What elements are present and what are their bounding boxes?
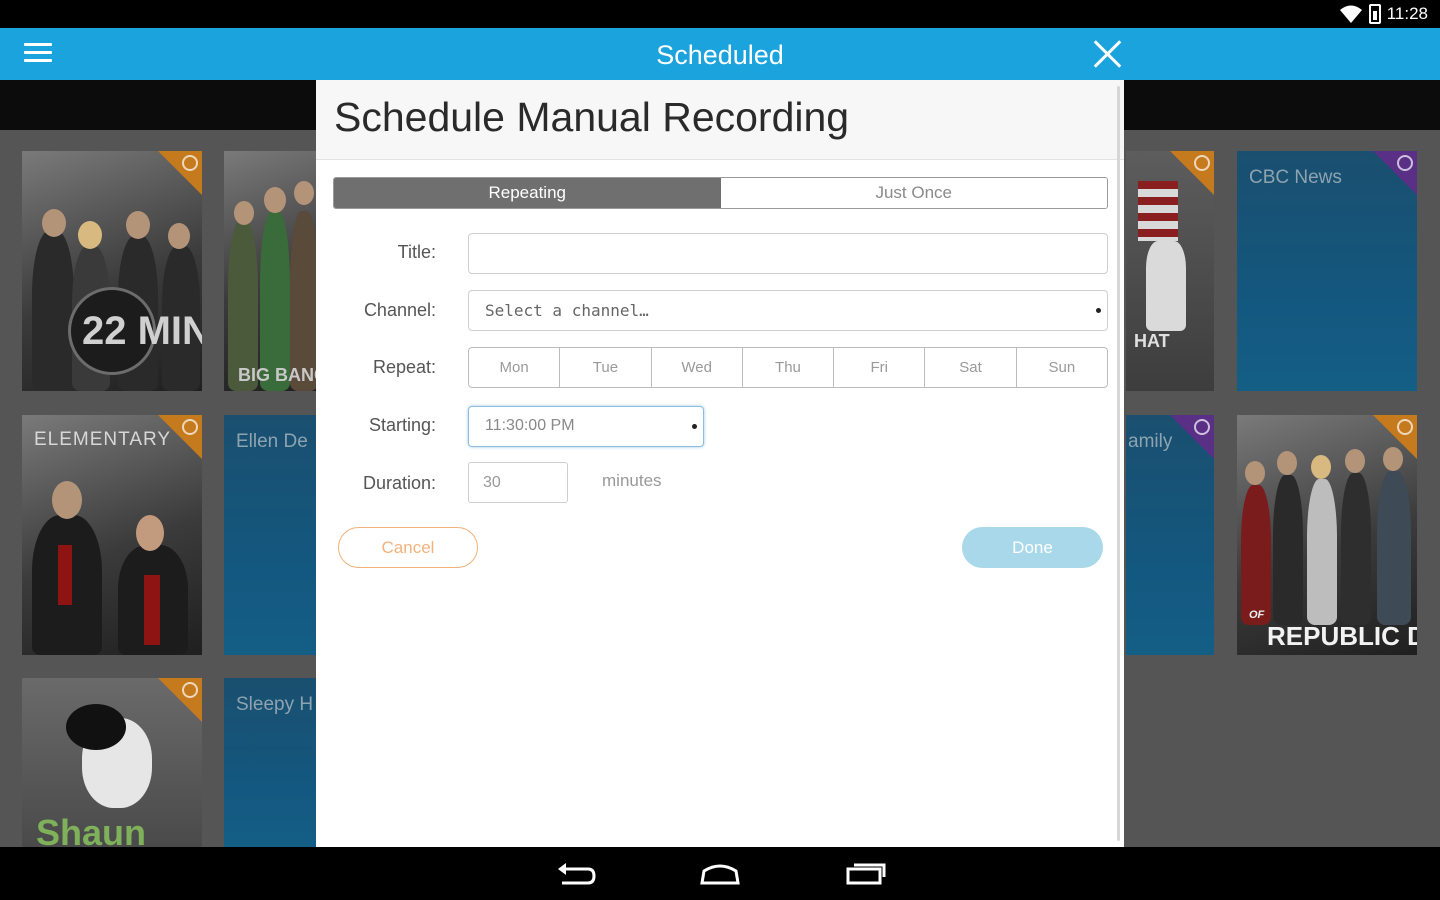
record-icon: [1397, 155, 1413, 171]
tile-title: Shaun: [36, 812, 147, 847]
tile-title: amily: [1128, 431, 1173, 452]
tile-title: Sleepy H: [236, 694, 314, 715]
battery-icon: [1368, 4, 1381, 24]
duration-unit: minutes: [602, 471, 662, 490]
show-tile[interactable]: Shaun: [22, 678, 202, 847]
title-input[interactable]: [468, 233, 1108, 274]
duration-input[interactable]: 30: [468, 462, 568, 503]
show-tile[interactable]: 22 MINUTES: [22, 151, 202, 391]
title-label: Title:: [397, 242, 436, 262]
tile-title: Ellen De: [236, 431, 308, 452]
done-button[interactable]: Done: [962, 527, 1103, 568]
tile-title: 22 MINUTES: [82, 309, 202, 353]
record-icon: [1194, 419, 1210, 435]
show-tile[interactable]: ELEMENTARY: [22, 415, 202, 655]
home-icon[interactable]: [698, 857, 742, 891]
close-icon[interactable]: [1092, 39, 1122, 69]
day-fri[interactable]: Fri: [834, 348, 926, 387]
starting-label: Starting:: [368, 415, 436, 435]
recent-apps-icon[interactable]: [844, 857, 888, 891]
duration-label: Duration:: [362, 473, 436, 493]
record-icon: [1397, 419, 1413, 435]
day-mon[interactable]: Mon: [469, 348, 561, 387]
tile-title: BIG BANG: [238, 365, 316, 385]
show-tile[interactable]: Ellen De: [224, 415, 316, 655]
cancel-button[interactable]: Cancel: [338, 527, 478, 568]
duration-value: 30: [483, 474, 501, 491]
status-bar: 11:28: [0, 0, 1440, 28]
tile-subtitle: OF: [1249, 609, 1265, 621]
show-tile[interactable]: HAT: [1126, 151, 1214, 391]
show-tile[interactable]: Sleepy H: [224, 678, 316, 847]
show-tile[interactable]: CBC News: [1237, 151, 1417, 391]
day-sun[interactable]: Sun: [1017, 348, 1107, 387]
status-icons: 11:28: [1339, 3, 1428, 25]
repeat-label: Repeat:: [372, 357, 436, 377]
show-tile[interactable]: OF REPUBLIC DOYLE: [1237, 415, 1417, 655]
record-icon: [182, 155, 198, 171]
back-icon[interactable]: [554, 857, 598, 891]
status-time: 11:28: [1386, 4, 1428, 23]
wifi-icon: [1339, 5, 1362, 23]
show-tile[interactable]: amily: [1126, 415, 1214, 655]
screen: 11:28 Scheduled 22 MINUTES: [0, 0, 1440, 900]
channel-label: Channel:: [363, 300, 436, 320]
navigation-bar: [0, 847, 1440, 900]
tile-title: HAT: [1134, 331, 1170, 351]
page-title: Scheduled: [656, 40, 784, 70]
dialog-header: Schedule Manual Recording: [316, 80, 1124, 160]
day-wed[interactable]: Wed: [652, 348, 743, 387]
tile-title: REPUBLIC DOYLE: [1267, 621, 1417, 651]
dropdown-arrow-icon: [692, 424, 697, 429]
dialog-scrollbar[interactable]: [1117, 86, 1120, 841]
record-icon: [182, 682, 198, 698]
tab-repeating[interactable]: Repeating: [334, 178, 721, 208]
repeat-days-selector: Mon Tue Wed Thu Fri Sat Sun: [468, 347, 1108, 388]
show-tile[interactable]: BIG BANG: [224, 151, 316, 391]
recording-mode-toggle: Repeating Just Once: [333, 177, 1108, 209]
record-icon: [182, 419, 198, 435]
dialog-title: Schedule Manual Recording: [334, 94, 850, 140]
day-tue[interactable]: Tue: [560, 348, 652, 387]
day-thu[interactable]: Thu: [743, 348, 835, 387]
record-icon: [1194, 155, 1210, 171]
schedule-recording-dialog: Schedule Manual Recording Repeating Just…: [316, 80, 1124, 847]
starting-time-value: 11:30:00 PM: [485, 417, 575, 434]
channel-select[interactable]: Select a channel…: [468, 290, 1108, 331]
app-bar: Scheduled: [0, 28, 1440, 80]
tile-title: ELEMENTARY: [34, 429, 172, 450]
day-sat[interactable]: Sat: [925, 348, 1017, 387]
dropdown-arrow-icon: [1096, 308, 1101, 313]
starting-time-select[interactable]: 11:30:00 PM: [468, 406, 704, 447]
tile-title: CBC News: [1249, 167, 1342, 188]
channel-select-value: Select a channel…: [485, 301, 649, 320]
tab-just-once[interactable]: Just Once: [720, 178, 1107, 208]
